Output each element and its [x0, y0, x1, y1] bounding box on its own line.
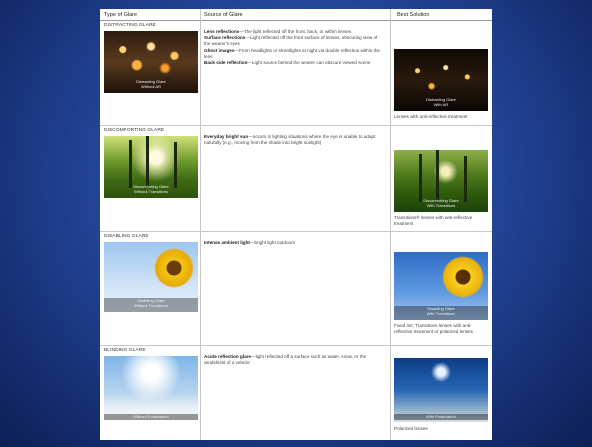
source-term: Ghost images	[204, 47, 235, 53]
source-desc: —The light reflected off the front, back…	[239, 29, 352, 34]
source-term: Intense ambient light	[204, 240, 250, 245]
image-caption: Discomforting Glare Without Transitions	[133, 184, 169, 194]
solution-text: Polarized lenses	[394, 426, 428, 431]
solution-image: With Polarization	[394, 358, 488, 422]
row-title: DISCOMFORTING GLARE	[104, 128, 165, 133]
source-term: Acute reflection glare	[204, 354, 251, 359]
table-row: DISCOMFORTING GLARE Discomforting Glare …	[100, 126, 492, 232]
solution-image: Discomforting Glare With Transitions	[394, 150, 488, 212]
glare-image: Discomforting Glare Without Transitions	[104, 136, 198, 198]
source-term: Surface reflections	[204, 35, 246, 41]
source-desc: —bright light outdoors	[249, 240, 295, 245]
image-caption: Disabling Glare Without Transitions	[133, 298, 168, 308]
table-row: BLINDING GLARE Without Polarization Acut…	[100, 346, 492, 440]
solution-image: Distracting Glare With AR	[394, 49, 488, 111]
image-caption: Distracting Glare Without AR	[136, 79, 166, 89]
table-row: DISTRACTING GLARE Distracting Glare With…	[100, 21, 492, 126]
source-term: Lens reflections	[204, 29, 240, 34]
image-caption: Distracting Glare With AR	[426, 97, 456, 107]
source-text: Intense ambient light—bright light outdo…	[204, 240, 384, 246]
solution-text: Lenses with anti-reflective treatment	[394, 114, 468, 119]
row-title: DISABLING GLARE	[104, 234, 149, 239]
header-type: Type of Glare	[104, 12, 138, 18]
glare-image: Disabling Glare Without Transitions	[104, 242, 198, 312]
glare-table: Type of Glare Source of Glare Best Solut…	[100, 9, 492, 440]
image-caption: Without Polarization	[104, 413, 198, 420]
table-row: DISABLING GLARE Disabling Glare Without …	[100, 232, 492, 346]
table-header: Type of Glare Source of Glare Best Solut…	[100, 9, 492, 21]
solution-text: Transitions® lenses with anti-reflective…	[394, 215, 473, 227]
image-caption: Disabling Glare With Transitions	[426, 306, 456, 316]
header-solution: Best Solution	[397, 12, 430, 18]
source-text: Lens reflections—The light reflected off…	[204, 29, 384, 66]
row-title: BLINDING GLARE	[104, 348, 146, 353]
source-text: Everyday bright sun—occurs in lighting s…	[204, 134, 384, 146]
image-caption: Discomforting Glare With Transitions	[423, 198, 459, 208]
glare-image: Distracting Glare Without AR	[104, 31, 198, 93]
solution-text: Fixed tint, Transitions lenses with anti…	[394, 323, 473, 335]
source-desc: —Light source behind the wearer can obsc…	[247, 60, 371, 66]
glare-image: Without Polarization	[104, 356, 198, 422]
source-term: Back side reflection	[204, 60, 248, 66]
row-title: DISTRACTING GLARE	[104, 23, 156, 28]
source-term: Everyday bright sun	[204, 134, 249, 139]
header-source: Source of Glare	[204, 12, 243, 18]
image-caption: With Polarization	[394, 413, 488, 420]
solution-image: Disabling Glare With Transitions	[394, 252, 488, 320]
source-text: Acute reflection glare—light reflected o…	[204, 354, 384, 366]
